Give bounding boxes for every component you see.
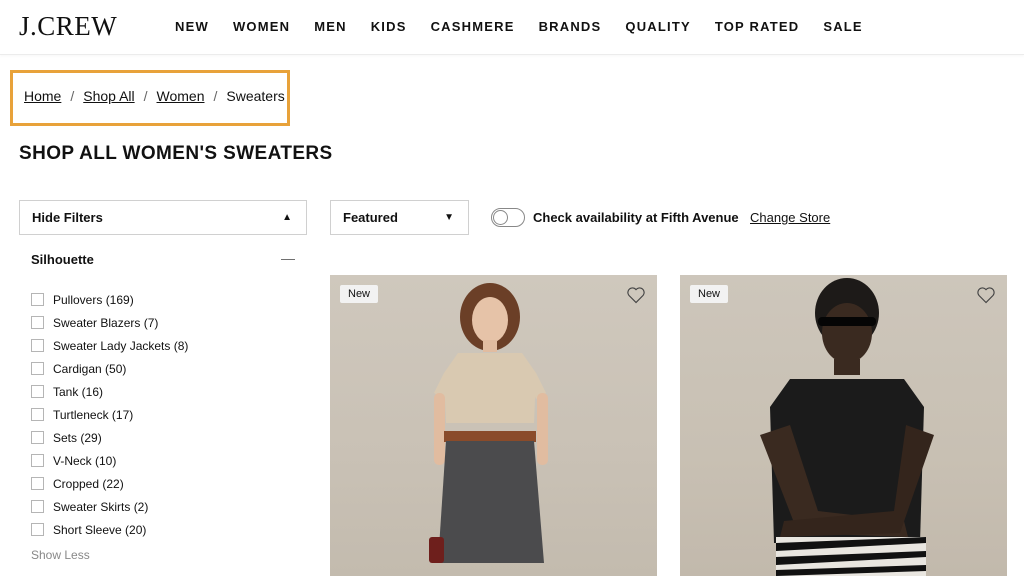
silhouette-filter-list: Pullovers (169) Sweater Blazers (7) Swea… bbox=[31, 288, 188, 541]
site-header: J.CREW NEW WOMEN MEN KIDS CASHMERE BRAND… bbox=[0, 0, 1024, 55]
page-title: SHOP ALL WOMEN'S SWEATERS bbox=[19, 143, 333, 164]
nav-kids[interactable]: KIDS bbox=[371, 19, 407, 34]
nav-men[interactable]: MEN bbox=[314, 19, 347, 34]
breadcrumb-separator: / bbox=[70, 88, 75, 104]
breadcrumb-separator: / bbox=[213, 88, 218, 104]
toggle-knob bbox=[493, 210, 508, 225]
heart-icon[interactable] bbox=[626, 285, 646, 305]
store-availability-label: Check availability at Fifth Avenue bbox=[533, 210, 739, 225]
filter-option[interactable]: Pullovers (169) bbox=[31, 288, 188, 311]
breadcrumb: Home / Shop All / Women / Sweaters bbox=[24, 88, 285, 104]
nav-quality[interactable]: QUALITY bbox=[625, 19, 690, 34]
nav-brands[interactable]: BRANDS bbox=[539, 19, 602, 34]
jcrew-logo[interactable]: J.CREW bbox=[19, 11, 117, 42]
new-badge: New bbox=[340, 285, 379, 303]
hide-filters-label: Hide Filters bbox=[32, 210, 103, 225]
filter-option[interactable]: Short Sleeve (20) bbox=[31, 518, 188, 541]
nav-cashmere[interactable]: CASHMERE bbox=[431, 19, 515, 34]
breadcrumb-separator: / bbox=[143, 88, 148, 104]
filter-option[interactable]: Tank (16) bbox=[31, 380, 188, 403]
filter-option[interactable]: Turtleneck (17) bbox=[31, 403, 188, 426]
filter-option-label: Pullovers (169) bbox=[53, 292, 134, 307]
checkbox[interactable] bbox=[31, 477, 44, 490]
nav-new[interactable]: NEW bbox=[175, 19, 209, 34]
facet-silhouette-title[interactable]: Silhouette bbox=[31, 252, 94, 267]
filter-option[interactable]: V-Neck (10) bbox=[31, 449, 188, 472]
checkbox[interactable] bbox=[31, 454, 44, 467]
nav-top-rated[interactable]: TOP RATED bbox=[715, 19, 799, 34]
filter-option-label: Cropped (22) bbox=[53, 476, 124, 491]
filter-option[interactable]: Sweater Lady Jackets (8) bbox=[31, 334, 188, 357]
checkbox[interactable] bbox=[31, 385, 44, 398]
new-badge: New bbox=[690, 285, 729, 303]
filter-option-label: Sets (29) bbox=[53, 430, 102, 445]
breadcrumb-home-link[interactable]: Home bbox=[24, 88, 61, 104]
checkbox[interactable] bbox=[31, 408, 44, 421]
filter-option[interactable]: Cropped (22) bbox=[31, 472, 188, 495]
caret-up-icon: ▲ bbox=[282, 212, 292, 223]
collapse-minus-icon[interactable]: — bbox=[281, 250, 295, 266]
checkbox[interactable] bbox=[31, 293, 44, 306]
change-store-link[interactable]: Change Store bbox=[750, 210, 830, 225]
sort-dropdown[interactable]: Featured ▼ bbox=[330, 200, 469, 235]
checkbox[interactable] bbox=[31, 362, 44, 375]
product-image-model-black-cardigan bbox=[760, 278, 934, 576]
filter-option-label: Sweater Skirts (2) bbox=[53, 499, 149, 514]
store-availability-toggle[interactable] bbox=[491, 208, 525, 227]
filter-option-label: Sweater Blazers (7) bbox=[53, 315, 159, 330]
heart-icon[interactable] bbox=[976, 285, 996, 305]
hide-filters-button[interactable]: Hide Filters ▲ bbox=[19, 200, 307, 235]
filter-option-label: V-Neck (10) bbox=[53, 453, 117, 468]
caret-down-icon: ▼ bbox=[444, 212, 454, 223]
filter-option[interactable]: Sweater Blazers (7) bbox=[31, 311, 188, 334]
filter-option-label: Cardigan (50) bbox=[53, 361, 127, 376]
checkbox[interactable] bbox=[31, 523, 44, 536]
breadcrumb-women-link[interactable]: Women bbox=[157, 88, 205, 104]
checkbox[interactable] bbox=[31, 431, 44, 444]
breadcrumb-shop-all-link[interactable]: Shop All bbox=[83, 88, 134, 104]
main-nav: NEW WOMEN MEN KIDS CASHMERE BRANDS QUALI… bbox=[175, 19, 887, 34]
filter-option[interactable]: Cardigan (50) bbox=[31, 357, 188, 380]
show-less-link[interactable]: Show Less bbox=[31, 548, 90, 562]
filter-option-label: Sweater Lady Jackets (8) bbox=[53, 338, 189, 353]
checkbox[interactable] bbox=[31, 316, 44, 329]
filter-option-label: Tank (16) bbox=[53, 384, 104, 399]
nav-women[interactable]: WOMEN bbox=[233, 19, 290, 34]
product-card[interactable]: New bbox=[330, 275, 657, 576]
filter-option-label: Turtleneck (17) bbox=[53, 407, 134, 422]
filter-option[interactable]: Sweater Skirts (2) bbox=[31, 495, 188, 518]
filter-option[interactable]: Sets (29) bbox=[31, 426, 188, 449]
breadcrumb-current: Sweaters bbox=[226, 88, 285, 104]
filter-option-label: Short Sleeve (20) bbox=[53, 522, 147, 537]
product-image-model-cardigan-skirt bbox=[429, 283, 548, 563]
checkbox[interactable] bbox=[31, 339, 44, 352]
sort-selected-value: Featured bbox=[343, 210, 398, 225]
nav-sale[interactable]: SALE bbox=[823, 19, 862, 34]
product-card[interactable]: New bbox=[680, 275, 1007, 576]
checkbox[interactable] bbox=[31, 500, 44, 513]
